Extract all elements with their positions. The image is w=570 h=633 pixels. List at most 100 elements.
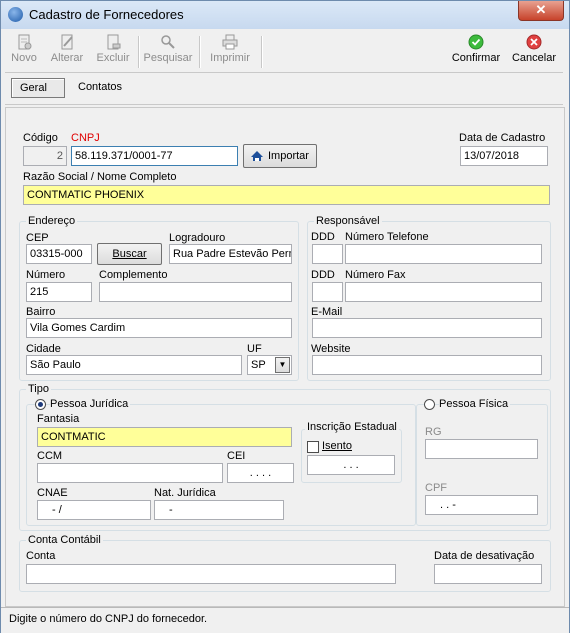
bairro-field[interactable]: Vila Gomes Cardim — [26, 318, 292, 338]
confirmar-button[interactable]: Confirmar — [451, 32, 501, 70]
imprimir-label: Imprimir — [210, 52, 250, 64]
cnae-field[interactable]: - / — [37, 500, 151, 520]
window-title: Cadastro de Fornecedores — [29, 7, 184, 22]
pessoa-juridica-radio[interactable] — [35, 399, 46, 410]
isento-label: Isento — [322, 440, 352, 452]
ccm-field[interactable] — [37, 463, 223, 483]
cep-label: CEP — [26, 232, 49, 244]
excluir-label: Excluir — [96, 52, 130, 64]
numero-label: Número — [26, 269, 66, 281]
chevron-down-icon[interactable]: ▼ — [275, 357, 290, 373]
printer-icon — [222, 34, 238, 50]
cancel-icon — [526, 34, 542, 50]
pesquisar-button[interactable]: Pesquisar — [143, 32, 193, 70]
cnae-label: CNAE — [37, 487, 68, 499]
toolbar-separator — [199, 36, 201, 68]
pessoa-fisica-radio[interactable] — [424, 399, 435, 410]
import-icon — [251, 151, 263, 161]
data-desativacao-label: Data de desativação — [434, 550, 535, 562]
telefone-label: Número Telefone — [345, 231, 429, 243]
nat-juridica-label: Nat. Jurídica — [154, 487, 216, 499]
uf-value: SP — [251, 359, 266, 371]
bairro-label: Bairro — [26, 306, 56, 318]
razao-label: Razão Social / Nome Completo — [23, 171, 177, 183]
check-icon — [468, 34, 484, 50]
complemento-label: Complemento — [99, 269, 168, 281]
pesquisar-label: Pesquisar — [143, 52, 193, 64]
toolbar: Novo Alterar Excluir Pesquisar Imprimir … — [5, 30, 563, 73]
status-bar: Digite o número do CNPJ do fornecedor. — [1, 607, 569, 633]
alterar-label: Alterar — [50, 52, 84, 64]
data-desativacao-field[interactable] — [434, 564, 542, 584]
ddd-label: DDD — [311, 231, 335, 243]
fax-field[interactable] — [345, 282, 542, 302]
novo-label: Novo — [11, 52, 37, 64]
cep-field[interactable]: 03315-000 — [26, 244, 92, 264]
fantasia-label: Fantasia — [37, 413, 80, 425]
status-text: Digite o número do CNPJ do fornecedor. — [9, 613, 208, 625]
cnpj-field[interactable]: 58.119.371/0001-77 — [71, 146, 238, 166]
conta-contabil-title: Conta Contábil — [26, 534, 103, 546]
app-icon — [8, 7, 23, 22]
uf-label: UF — [247, 343, 262, 355]
close-button[interactable]: ✕ — [518, 1, 564, 21]
app-window: Cadastro de Fornecedores ✕ Novo Alterar … — [0, 0, 570, 633]
pessoa-juridica-label: Pessoa Jurídica — [50, 398, 131, 410]
tab-geral[interactable]: Geral — [11, 78, 65, 98]
delete-document-icon — [107, 34, 121, 50]
uf-select[interactable]: SP ▼ — [247, 355, 292, 375]
toolbar-separator — [261, 36, 263, 68]
inscricao-estadual-field[interactable]: . . . — [307, 455, 395, 475]
logradouro-label: Logradouro — [169, 232, 226, 244]
novo-button[interactable]: Novo — [9, 32, 39, 70]
rg-field[interactable] — [425, 439, 538, 459]
importar-button[interactable]: Importar — [243, 144, 317, 168]
form-area: Código 2 CNPJ 58.119.371/0001-77 Importa… — [5, 107, 565, 607]
numero-field[interactable]: 215 — [26, 282, 92, 302]
alterar-button[interactable]: Alterar — [47, 32, 87, 70]
logradouro-field[interactable]: Rua Padre Estevão Pern — [169, 244, 292, 264]
tab-contatos[interactable]: Contatos — [70, 78, 130, 96]
cancelar-label: Cancelar — [511, 52, 557, 64]
inscricao-estadual-title: Inscrição Estadual — [305, 421, 399, 433]
email-label: E-Mail — [311, 306, 343, 318]
website-field[interactable] — [312, 355, 542, 375]
tab-bar: Geral Contatos — [5, 74, 563, 105]
buscar-button[interactable]: Buscar — [97, 243, 162, 265]
ddd-fax-field[interactable] — [312, 282, 343, 302]
website-label: Website — [311, 343, 351, 355]
tipo-title: Tipo — [26, 383, 51, 395]
imprimir-button[interactable]: Imprimir — [205, 32, 255, 70]
pessoa-fisica-label: Pessoa Física — [439, 398, 511, 410]
edit-document-icon — [61, 34, 73, 50]
conta-label: Conta — [26, 550, 56, 562]
cnpj-label: CNPJ — [71, 132, 100, 144]
telefone-field[interactable] — [345, 244, 542, 264]
razao-field[interactable]: CONTMATIC PHOENIX — [23, 185, 550, 205]
fantasia-field[interactable]: CONTMATIC — [37, 427, 292, 447]
email-field[interactable] — [312, 318, 542, 338]
complemento-field[interactable] — [99, 282, 292, 302]
confirmar-label: Confirmar — [451, 52, 501, 64]
cidade-label: Cidade — [26, 343, 61, 355]
buscar-label: Buscar — [112, 248, 147, 260]
ddd-field[interactable] — [312, 244, 343, 264]
nat-juridica-field[interactable]: - — [154, 500, 284, 520]
cpf-label: CPF — [425, 482, 447, 494]
data-cadastro-field[interactable]: 13/07/2018 — [460, 146, 548, 166]
cei-field[interactable]: . . . . — [227, 463, 294, 483]
cancelar-button[interactable]: Cancelar — [509, 32, 559, 70]
responsavel-title: Responsável — [314, 215, 382, 227]
fax-label: Número Fax — [345, 269, 406, 281]
rg-label: RG — [425, 426, 442, 438]
conta-field[interactable] — [26, 564, 396, 584]
title-bar: Cadastro de Fornecedores ✕ — [1, 1, 569, 29]
isento-checkbox[interactable] — [307, 441, 319, 453]
cidade-field[interactable]: São Paulo — [26, 355, 242, 375]
cpf-field[interactable]: . . - — [425, 495, 538, 515]
codigo-label: Código — [23, 132, 58, 144]
excluir-button[interactable]: Excluir — [93, 32, 133, 70]
new-document-icon — [18, 34, 32, 50]
codigo-field[interactable]: 2 — [23, 146, 67, 166]
toolbar-separator — [138, 36, 140, 68]
